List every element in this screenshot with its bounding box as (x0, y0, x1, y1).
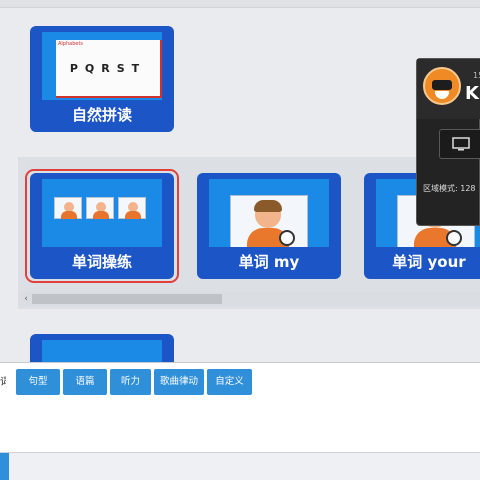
category-toolbar: 词 句型 语篇 听力 歌曲律动 自定义 (0, 362, 480, 452)
recorder-overlay-panel[interactable]: 15 K 区域模式: 128 (416, 58, 480, 226)
category-songs-button[interactable]: 歌曲律动 (154, 369, 204, 395)
boy-picture (230, 195, 308, 247)
alphabet-slide: Alphabets PQRST (56, 40, 162, 98)
card-natural-phonics[interactable]: Alphabets PQRST 自然拼读 (30, 26, 174, 132)
card-preview: Alphabets PQRST (42, 32, 162, 100)
card-word-drill[interactable]: 单词操练 (30, 173, 174, 279)
horizontal-scrollbar[interactable]: ‹ (18, 292, 480, 306)
slide-caption: Alphabets (58, 41, 84, 47)
scroll-left-icon[interactable]: ‹ (21, 292, 31, 306)
overlay-number: 15 (473, 71, 480, 80)
card-preview (42, 179, 162, 247)
card-label: 单词操练 (71, 253, 132, 271)
category-custom-button[interactable]: 自定义 (207, 369, 252, 395)
bottom-bar (0, 452, 480, 480)
card-word-my[interactable]: 单词 my (197, 173, 341, 279)
card-preview (42, 340, 162, 364)
category-sentence-button[interactable]: 句型 (16, 369, 60, 395)
kid-thumbnail (118, 197, 146, 219)
overlay-header: 15 K (417, 59, 480, 119)
card-label: 自然拼读 (71, 106, 132, 124)
monitor-icon (452, 137, 470, 151)
card-next-row[interactable] (30, 334, 174, 364)
card-label: 单词 my (238, 253, 300, 271)
slide-letters: PQRST (69, 62, 147, 75)
kid-thumbnail (54, 197, 82, 219)
category-listening-button[interactable]: 听力 (110, 369, 151, 395)
overlay-brand: K (465, 83, 479, 104)
card-preview (209, 179, 329, 247)
bottom-left-button[interactable] (0, 453, 9, 480)
screen-capture-button[interactable] (439, 129, 480, 159)
category-text-button[interactable]: 语篇 (63, 369, 107, 395)
scrollbar-thumb[interactable] (32, 294, 222, 304)
capture-mode-text: 区域模式: 128 (423, 184, 476, 193)
raccoon-logo-icon (423, 67, 461, 105)
category-partial-label: 词 (0, 377, 6, 388)
card-label: 单词 your (392, 253, 466, 271)
top-strip (0, 0, 480, 8)
kid-thumbnail (86, 197, 114, 219)
